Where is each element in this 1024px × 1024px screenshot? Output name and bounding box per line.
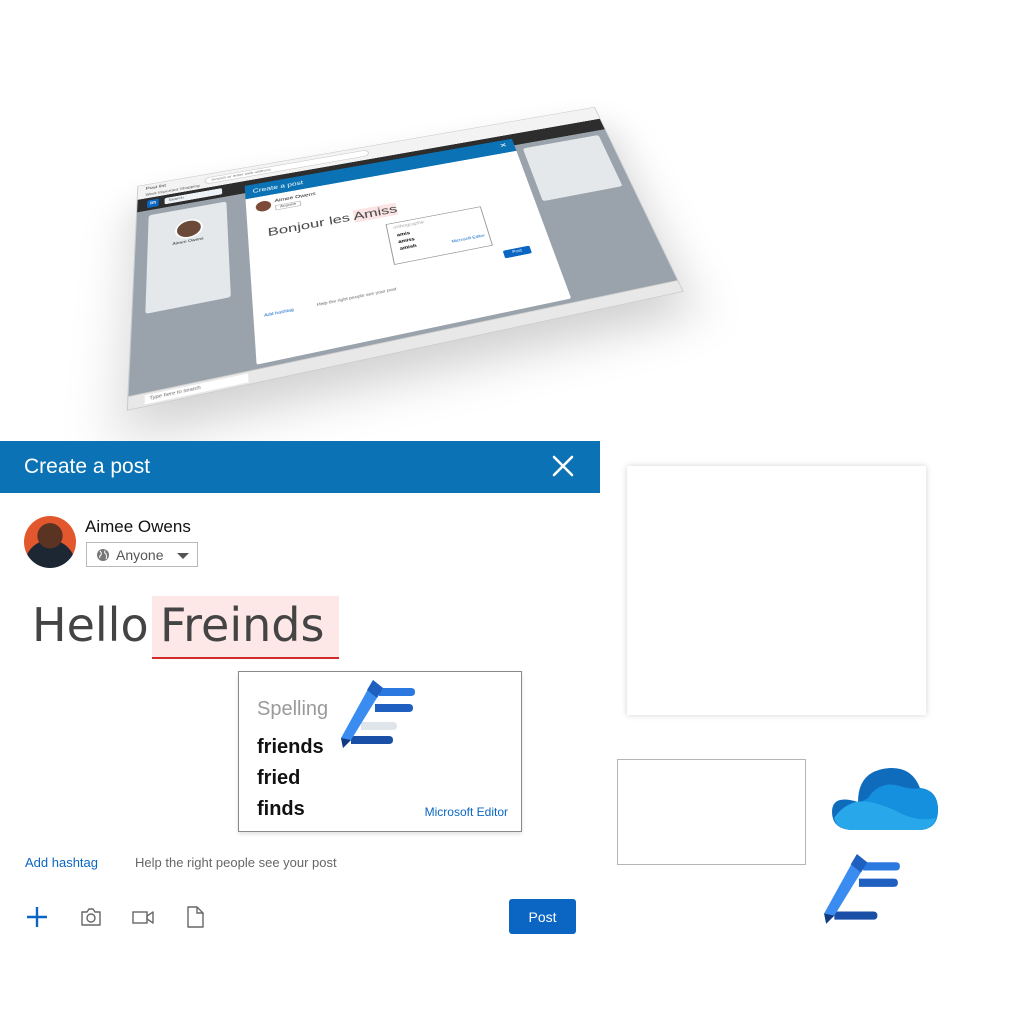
mockup-editor-label: Microsoft Editor — [451, 233, 486, 245]
visibility-label: Anyone — [116, 547, 164, 563]
mockup-suggestion: amish — [399, 244, 418, 252]
spelling-suggestion[interactable]: finds — [257, 798, 305, 821]
mockup-popup-heading: orthographe — [392, 220, 425, 231]
microsoft-editor-icon — [341, 680, 415, 748]
screen-mockup: Post list Search or enter web address Wo… — [110, 55, 684, 425]
plus-icon[interactable] — [25, 905, 49, 929]
dialog-header: Create a post — [0, 441, 600, 493]
mockup-hashtag-help: Help the right people see your post — [316, 287, 398, 308]
hashtag-help-text: Help the right people see your post — [135, 855, 337, 870]
avatar — [24, 516, 76, 568]
post-text[interactable]: Hello — [32, 598, 149, 652]
globe-icon — [97, 549, 109, 561]
mockup-post-button: Post — [502, 245, 532, 259]
onedrive-icon — [832, 767, 938, 830]
add-hashtag-link[interactable]: Add hashtag — [25, 855, 98, 870]
mockup-right-panel — [522, 134, 623, 202]
mockup-spelling-popup: orthographe amis amiss amish Microsoft E… — [385, 206, 493, 265]
visibility-dropdown[interactable]: Anyone — [86, 542, 198, 567]
mockup-linkedin-logo: in — [147, 198, 159, 209]
mockup-suggestion: amis — [396, 231, 411, 238]
author-name: Aimee Owens — [85, 517, 191, 536]
blank-card-large — [627, 466, 926, 715]
mockup-text-error: Amiss — [352, 202, 399, 223]
post-button[interactable]: Post — [509, 899, 576, 934]
chevron-down-icon — [177, 553, 189, 559]
spelling-heading: Spelling — [257, 698, 329, 720]
mockup-screen: Post list Search or enter web address Wo… — [126, 106, 684, 411]
dialog-title: Create a post — [24, 455, 151, 478]
mockup-taskbar-search: Type here to search — [144, 373, 249, 405]
document-icon[interactable] — [184, 905, 206, 929]
mockup-author-avatar — [255, 199, 272, 213]
spelling-popup: Spelling friends fried finds Microsoft E… — [238, 671, 522, 832]
spelling-suggestion[interactable]: friends — [257, 736, 324, 759]
microsoft-editor-icon — [824, 854, 900, 924]
mockup-text-plain: Bonjour les — [267, 210, 355, 239]
mockup-suggestion: amiss — [397, 237, 416, 245]
misspelling-underline — [152, 657, 339, 659]
spelling-suggestion[interactable]: fried — [257, 767, 300, 790]
close-icon[interactable] — [550, 453, 576, 479]
blank-card-small — [617, 759, 806, 865]
mockup-profile-sidebar: Aimee Owens — [145, 201, 231, 314]
video-icon[interactable] — [131, 905, 155, 929]
editor-source-label: Microsoft Editor — [424, 805, 508, 819]
camera-icon[interactable] — [79, 905, 103, 929]
misspelled-word[interactable]: Freinds — [160, 598, 324, 652]
mockup-add-hashtag: Add hashtag — [263, 307, 295, 319]
